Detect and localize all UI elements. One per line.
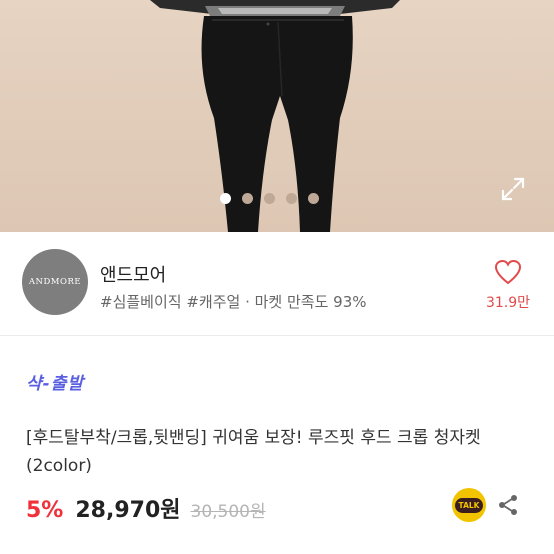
talk-button[interactable]: TALK — [452, 488, 486, 522]
discount-rate: 5% — [26, 498, 64, 523]
carousel-dot[interactable] — [242, 193, 253, 204]
product-image[interactable] — [0, 0, 554, 232]
seller-section: ANDMORE 앤드모어 #심플베이직 #캐주얼 · 마켓 만족도 93% 31… — [0, 232, 554, 336]
product-title: [후드탈부착/크롭,뒷밴딩] 귀여움 보장! 루즈핏 후드 크롭 청자켓 (2c… — [26, 428, 481, 476]
seller-logo[interactable]: ANDMORE — [22, 249, 88, 315]
delivery-badge: 샥-출발 — [26, 374, 84, 394]
carousel-indicator[interactable] — [220, 193, 319, 204]
like-button[interactable]: 31.9만 — [478, 258, 538, 312]
carousel-dot[interactable] — [264, 193, 275, 204]
talk-icon: TALK — [454, 497, 484, 513]
share-icon[interactable] — [496, 493, 520, 517]
seller-name[interactable]: 앤드모어 — [100, 261, 166, 287]
heart-icon — [494, 259, 522, 285]
like-count: 31.9만 — [485, 295, 531, 311]
carousel-dot[interactable] — [286, 193, 297, 204]
expand-icon[interactable] — [498, 174, 528, 204]
carousel-dot-active[interactable] — [220, 193, 231, 204]
seller-tags: #심플베이직 #캐주얼 · 마켓 만족도 93% — [100, 293, 367, 311]
seller-logo-text: ANDMORE — [28, 277, 82, 287]
sale-price: 28,970원 — [75, 498, 181, 523]
carousel-dot[interactable] — [308, 193, 319, 204]
original-price: 30,500원 — [190, 502, 266, 522]
price-row: 5% 28,970원 30,500원 — [26, 492, 266, 524]
